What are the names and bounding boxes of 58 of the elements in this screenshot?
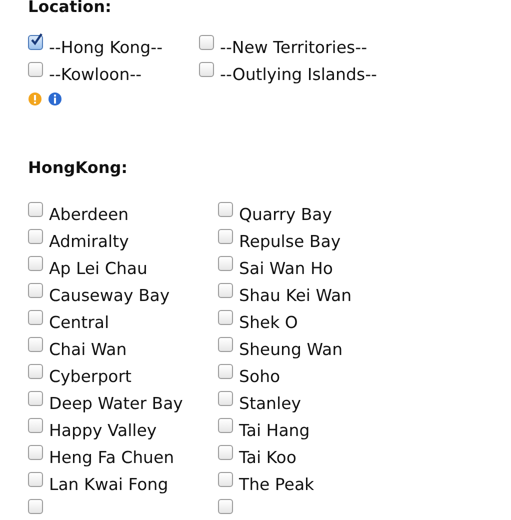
info-icon[interactable] xyxy=(48,92,62,106)
checkbox[interactable] xyxy=(28,472,43,487)
checkbox-label: Heng Fa Chuen xyxy=(49,447,174,469)
checkbox-label: Ap Lei Chau xyxy=(49,258,148,280)
checkbox[interactable] xyxy=(218,202,233,217)
checkbox[interactable] xyxy=(218,418,233,433)
checkbox-label: Causeway Bay xyxy=(49,285,170,307)
checkbox[interactable] xyxy=(218,499,233,514)
checkbox-label: Sheung Wan xyxy=(239,339,343,361)
checkbox[interactable] xyxy=(28,229,43,244)
checkbox[interactable] xyxy=(218,310,233,325)
checkbox[interactable] xyxy=(218,229,233,244)
checkbox-label: Deep Water Bay xyxy=(49,393,183,415)
checkbox[interactable] xyxy=(218,445,233,460)
checkbox[interactable] xyxy=(28,499,43,514)
checkbox-label: --Kowloon-- xyxy=(49,64,142,86)
checkbox[interactable] xyxy=(218,256,233,271)
checkbox-label: Happy Valley xyxy=(49,420,157,442)
checkbox-label: Sai Wan Ho xyxy=(239,258,333,280)
checkbox-label: --Hong Kong-- xyxy=(49,37,163,59)
section-heading: HongKong: xyxy=(28,158,129,179)
checkbox-label: Repulse Bay xyxy=(239,231,341,253)
checkbox-label: Quarry Bay xyxy=(239,204,332,226)
checkbox[interactable] xyxy=(28,35,43,50)
checkbox[interactable] xyxy=(28,418,43,433)
checkbox[interactable] xyxy=(28,445,43,460)
checkbox-label: Shau Kei Wan xyxy=(239,285,352,307)
section-heading: Location: xyxy=(28,0,112,18)
checkbox[interactable] xyxy=(28,202,43,217)
checkbox[interactable] xyxy=(218,337,233,352)
checkbox-label: --Outlying Islands-- xyxy=(220,64,377,86)
checkbox[interactable] xyxy=(218,472,233,487)
checkbox-label: Stanley xyxy=(239,393,302,415)
checkbox-label: Soho xyxy=(239,366,280,388)
checkbox-label: Lan Kwai Fong xyxy=(49,474,168,496)
checkbox[interactable] xyxy=(28,337,43,352)
checkbox[interactable] xyxy=(28,310,43,325)
checkbox[interactable] xyxy=(28,391,43,406)
checkbox[interactable] xyxy=(28,283,43,298)
checkbox-label: Aberdeen xyxy=(49,204,129,226)
checkbox-label: --New Territories-- xyxy=(220,37,368,59)
checkbox[interactable] xyxy=(218,283,233,298)
checkbox[interactable] xyxy=(199,62,214,77)
checkbox-label: Tai Koo xyxy=(239,447,296,469)
checkbox[interactable] xyxy=(218,364,233,379)
checkbox-label: Admiralty xyxy=(49,231,129,253)
checkbox[interactable] xyxy=(28,62,43,77)
checkbox[interactable] xyxy=(28,364,43,379)
checkbox[interactable] xyxy=(218,391,233,406)
checkbox[interactable] xyxy=(28,256,43,271)
checkbox-label: Shek O xyxy=(239,312,298,334)
warning-icon[interactable] xyxy=(28,92,42,106)
checkbox[interactable] xyxy=(199,35,214,50)
checkbox-label: Cyberport xyxy=(49,366,132,388)
checkbox-label: The Peak xyxy=(239,474,314,496)
checkbox-label: Central xyxy=(49,312,110,334)
checkbox-label: Chai Wan xyxy=(49,339,127,361)
checkbox-label: Tai Hang xyxy=(239,420,310,442)
